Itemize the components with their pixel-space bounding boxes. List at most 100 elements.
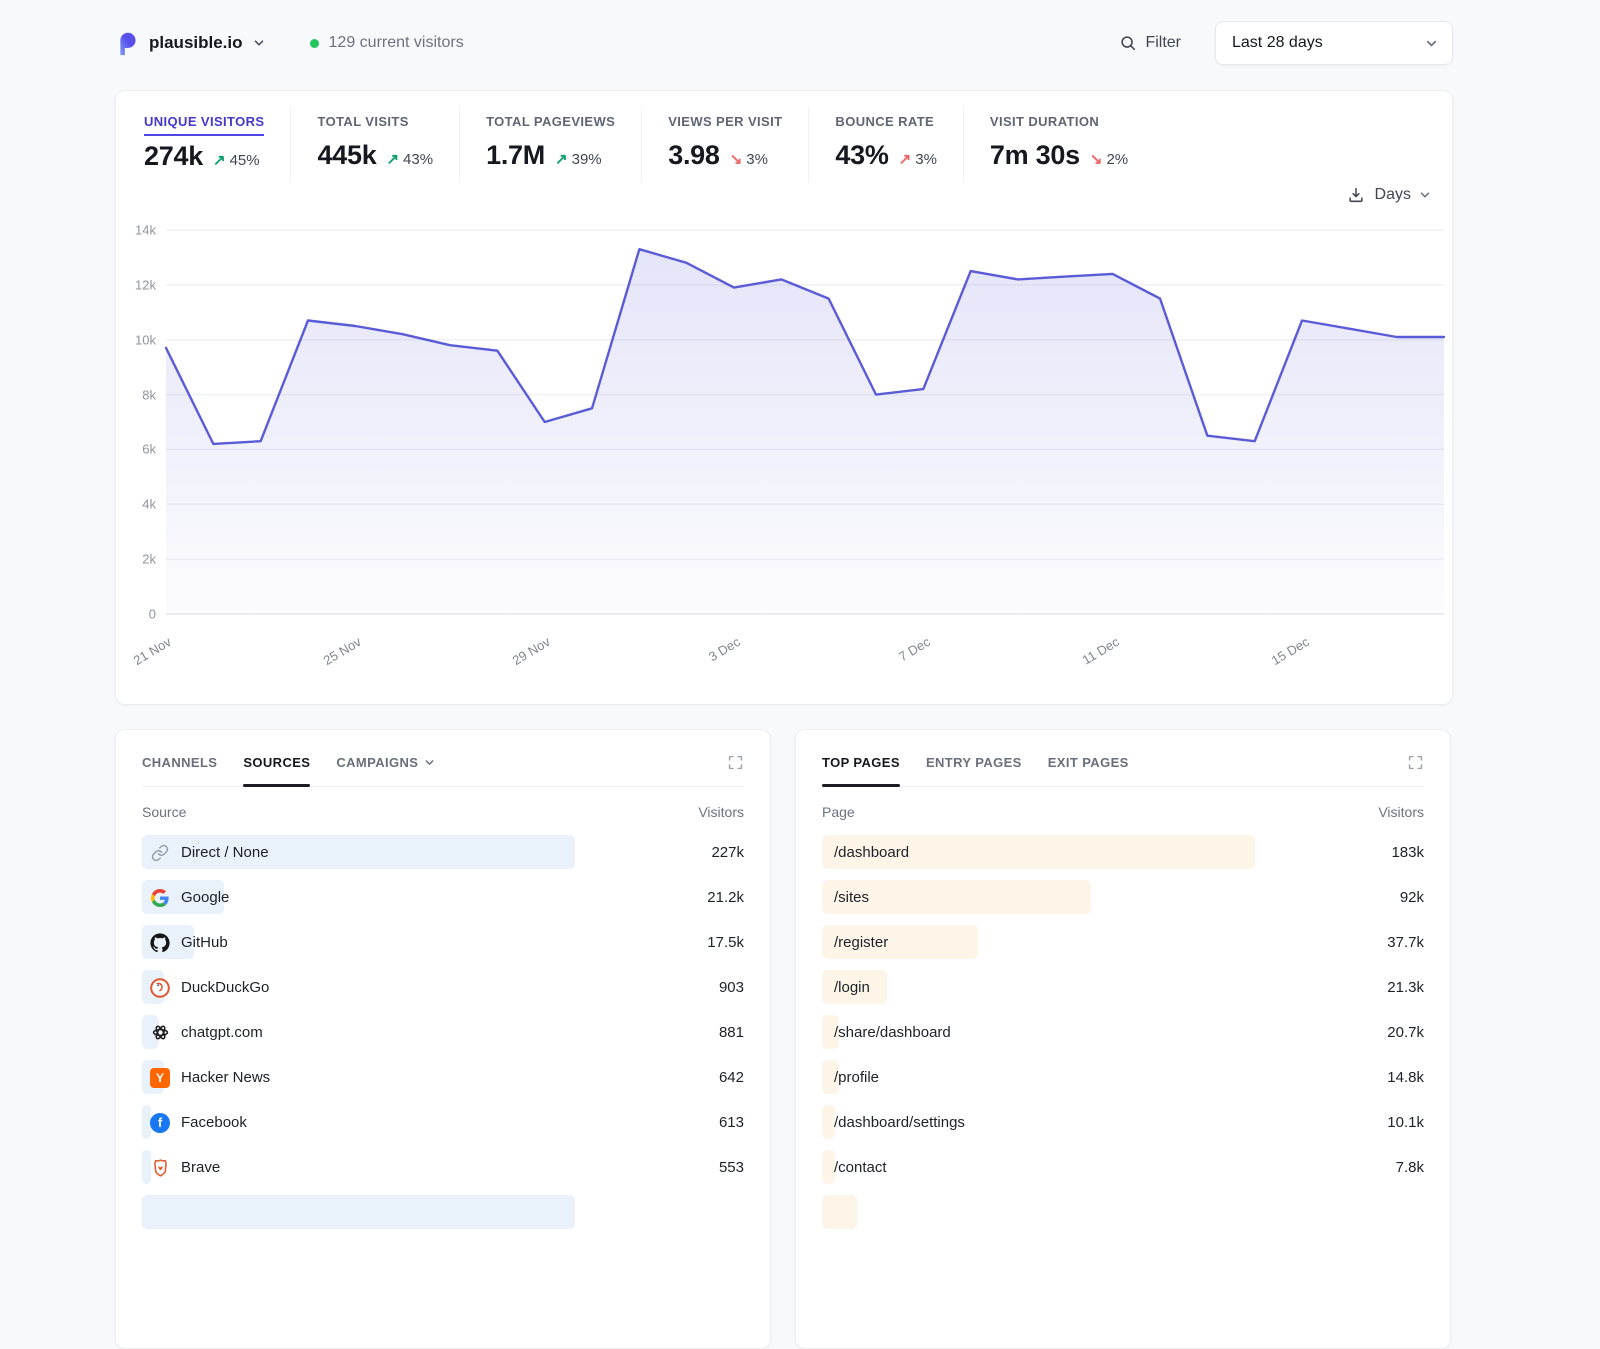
bottom-panels: CHANNELS SOURCES CAMPAIGNS Source Visito… [115, 729, 1453, 1349]
table-row[interactable]: /sites92k [822, 875, 1424, 920]
row-visitors: 903 [719, 979, 744, 996]
search-icon [1119, 34, 1137, 52]
trend-arrow-icon: ↗ [555, 150, 568, 168]
row-visitors: 227k [711, 844, 744, 861]
table-row[interactable]: Direct / None 227k [142, 830, 744, 875]
facebook-icon: f [150, 1113, 170, 1133]
top-bar: plausible.io 129 current visitors Filter… [115, 20, 1453, 66]
metric-change: ↗39% [555, 150, 602, 168]
y-axis-label: 8k [142, 387, 156, 402]
row-label: fFacebook [142, 1113, 247, 1133]
y-axis-label: 12k [135, 277, 156, 292]
metric-views-per-visit[interactable]: VIEWS PER VISIT 3.98 ↘3% [641, 107, 808, 182]
x-axis-label: 25 Nov [301, 634, 364, 680]
sources-column-headers: Source Visitors [142, 804, 744, 820]
interval-selector[interactable]: Days [1375, 186, 1432, 204]
date-range-picker[interactable]: Last 28 days [1215, 21, 1453, 65]
table-row[interactable]: /register37.7k [822, 920, 1424, 965]
row-visitors: 14.8k [1387, 1069, 1424, 1086]
google-icon [150, 888, 170, 908]
x-axis-label: 21 Nov [111, 634, 174, 680]
table-row-partial[interactable] [822, 1190, 1424, 1235]
tab-channels[interactable]: CHANNELS [142, 755, 217, 770]
trend-arrow-icon: ↗ [899, 150, 912, 168]
tab-entry-pages[interactable]: ENTRY PAGES [926, 755, 1022, 770]
table-row-partial[interactable] [142, 1190, 744, 1235]
site-name: plausible.io [149, 33, 243, 53]
table-row[interactable]: /profile14.8k [822, 1055, 1424, 1100]
metric-change: ↘3% [730, 150, 768, 168]
chart-controls: Days [116, 186, 1452, 204]
metric-total-pageviews[interactable]: TOTAL PAGEVIEWS 1.7M ↗39% [459, 107, 641, 182]
table-row[interactable]: YHacker News 642 [142, 1055, 744, 1100]
pages-column-headers: Page Visitors [822, 804, 1424, 820]
metric-change: ↗3% [899, 150, 937, 168]
github-icon [150, 933, 170, 953]
table-row[interactable]: Google21.2k [142, 875, 744, 920]
current-visitors[interactable]: 129 current visitors [310, 34, 464, 52]
brave-icon [150, 1158, 170, 1178]
chart-plot [166, 230, 1444, 614]
expand-icon[interactable] [727, 754, 744, 771]
plausible-logo-icon [115, 31, 140, 56]
main-chart-card: UNIQUE VISITORS 274k ↗45% TOTAL VISITS 4… [115, 90, 1453, 705]
table-row[interactable]: GitHub17.5k [142, 920, 744, 965]
metrics-row: UNIQUE VISITORS 274k ↗45% TOTAL VISITS 4… [116, 107, 1452, 182]
metric-unique-visitors[interactable]: UNIQUE VISITORS 274k ↗45% [144, 107, 290, 182]
table-row[interactable]: DuckDuckGo903 [142, 965, 744, 1010]
row-label: /share/dashboard [822, 1024, 951, 1041]
y-axis-label: 14k [135, 223, 156, 238]
y-axis-label: 10k [135, 332, 156, 347]
trend-arrow-icon: ↘ [1090, 150, 1103, 168]
pages-tabs: TOP PAGES ENTRY PAGES EXIT PAGES [822, 754, 1424, 787]
row-visitors: 642 [719, 1069, 744, 1086]
row-visitors: 37.7k [1387, 934, 1424, 951]
table-row[interactable]: /share/dashboard20.7k [822, 1010, 1424, 1055]
metric-total-visits[interactable]: TOTAL VISITS 445k ↗43% [290, 107, 459, 182]
column-visitors: Visitors [1378, 804, 1424, 820]
dashboard-page: plausible.io 129 current visitors Filter… [0, 0, 1453, 1349]
y-axis-label: 0 [149, 607, 156, 622]
table-row[interactable]: /dashboard183k [822, 830, 1424, 875]
tab-campaigns[interactable]: CAMPAIGNS [336, 755, 436, 770]
tab-exit-pages[interactable]: EXIT PAGES [1048, 755, 1129, 770]
y-axis-label: 4k [142, 497, 156, 512]
row-visitors: 183k [1391, 844, 1424, 861]
row-visitors: 881 [719, 1024, 744, 1041]
duckduckgo-icon [150, 978, 170, 998]
download-icon[interactable] [1347, 186, 1365, 204]
site-switcher[interactable]: plausible.io [115, 31, 266, 56]
interval-label: Days [1375, 186, 1411, 204]
pages-table: /dashboard183k/sites92k/register37.7k/lo… [822, 830, 1424, 1235]
metric-bounce-rate[interactable]: BOUNCE RATE 43% ↗3% [808, 107, 963, 182]
row-label: YHacker News [142, 1068, 270, 1088]
x-axis-label: 11 Dec [1059, 634, 1122, 680]
row-label: /contact [822, 1159, 887, 1176]
chevron-down-icon [1418, 188, 1432, 202]
expand-icon[interactable] [1407, 754, 1424, 771]
table-row[interactable]: fFacebook613 [142, 1100, 744, 1145]
row-visitors: 553 [719, 1159, 744, 1176]
filter-button[interactable]: Filter [1119, 34, 1181, 52]
table-row[interactable]: /contact7.8k [822, 1145, 1424, 1190]
tab-sources[interactable]: SOURCES [243, 755, 310, 770]
table-row[interactable]: chatgpt.com881 [142, 1010, 744, 1055]
x-axis-label: 7 Dec [870, 634, 933, 680]
table-row[interactable]: /dashboard/settings10.1k [822, 1100, 1424, 1145]
metric-value: 43% [835, 140, 888, 171]
chart-area-fill [166, 249, 1444, 614]
table-row[interactable]: Brave553 [142, 1145, 744, 1190]
chevron-down-icon [423, 756, 436, 769]
row-label: Direct / None [142, 843, 269, 863]
row-visitors: 21.3k [1387, 979, 1424, 996]
column-visitors: Visitors [698, 804, 744, 820]
metric-value: 1.7M [486, 140, 545, 171]
row-bar [142, 1195, 575, 1229]
table-row[interactable]: /login21.3k [822, 965, 1424, 1010]
sources-tabs: CHANNELS SOURCES CAMPAIGNS [142, 754, 744, 787]
tab-top-pages[interactable]: TOP PAGES [822, 755, 900, 770]
sources-panel: CHANNELS SOURCES CAMPAIGNS Source Visito… [115, 729, 771, 1349]
metric-visit-duration[interactable]: VISIT DURATION 7m 30s ↘2% [963, 107, 1154, 182]
row-visitors: 17.5k [707, 934, 744, 951]
hackernews-icon: Y [150, 1068, 170, 1088]
